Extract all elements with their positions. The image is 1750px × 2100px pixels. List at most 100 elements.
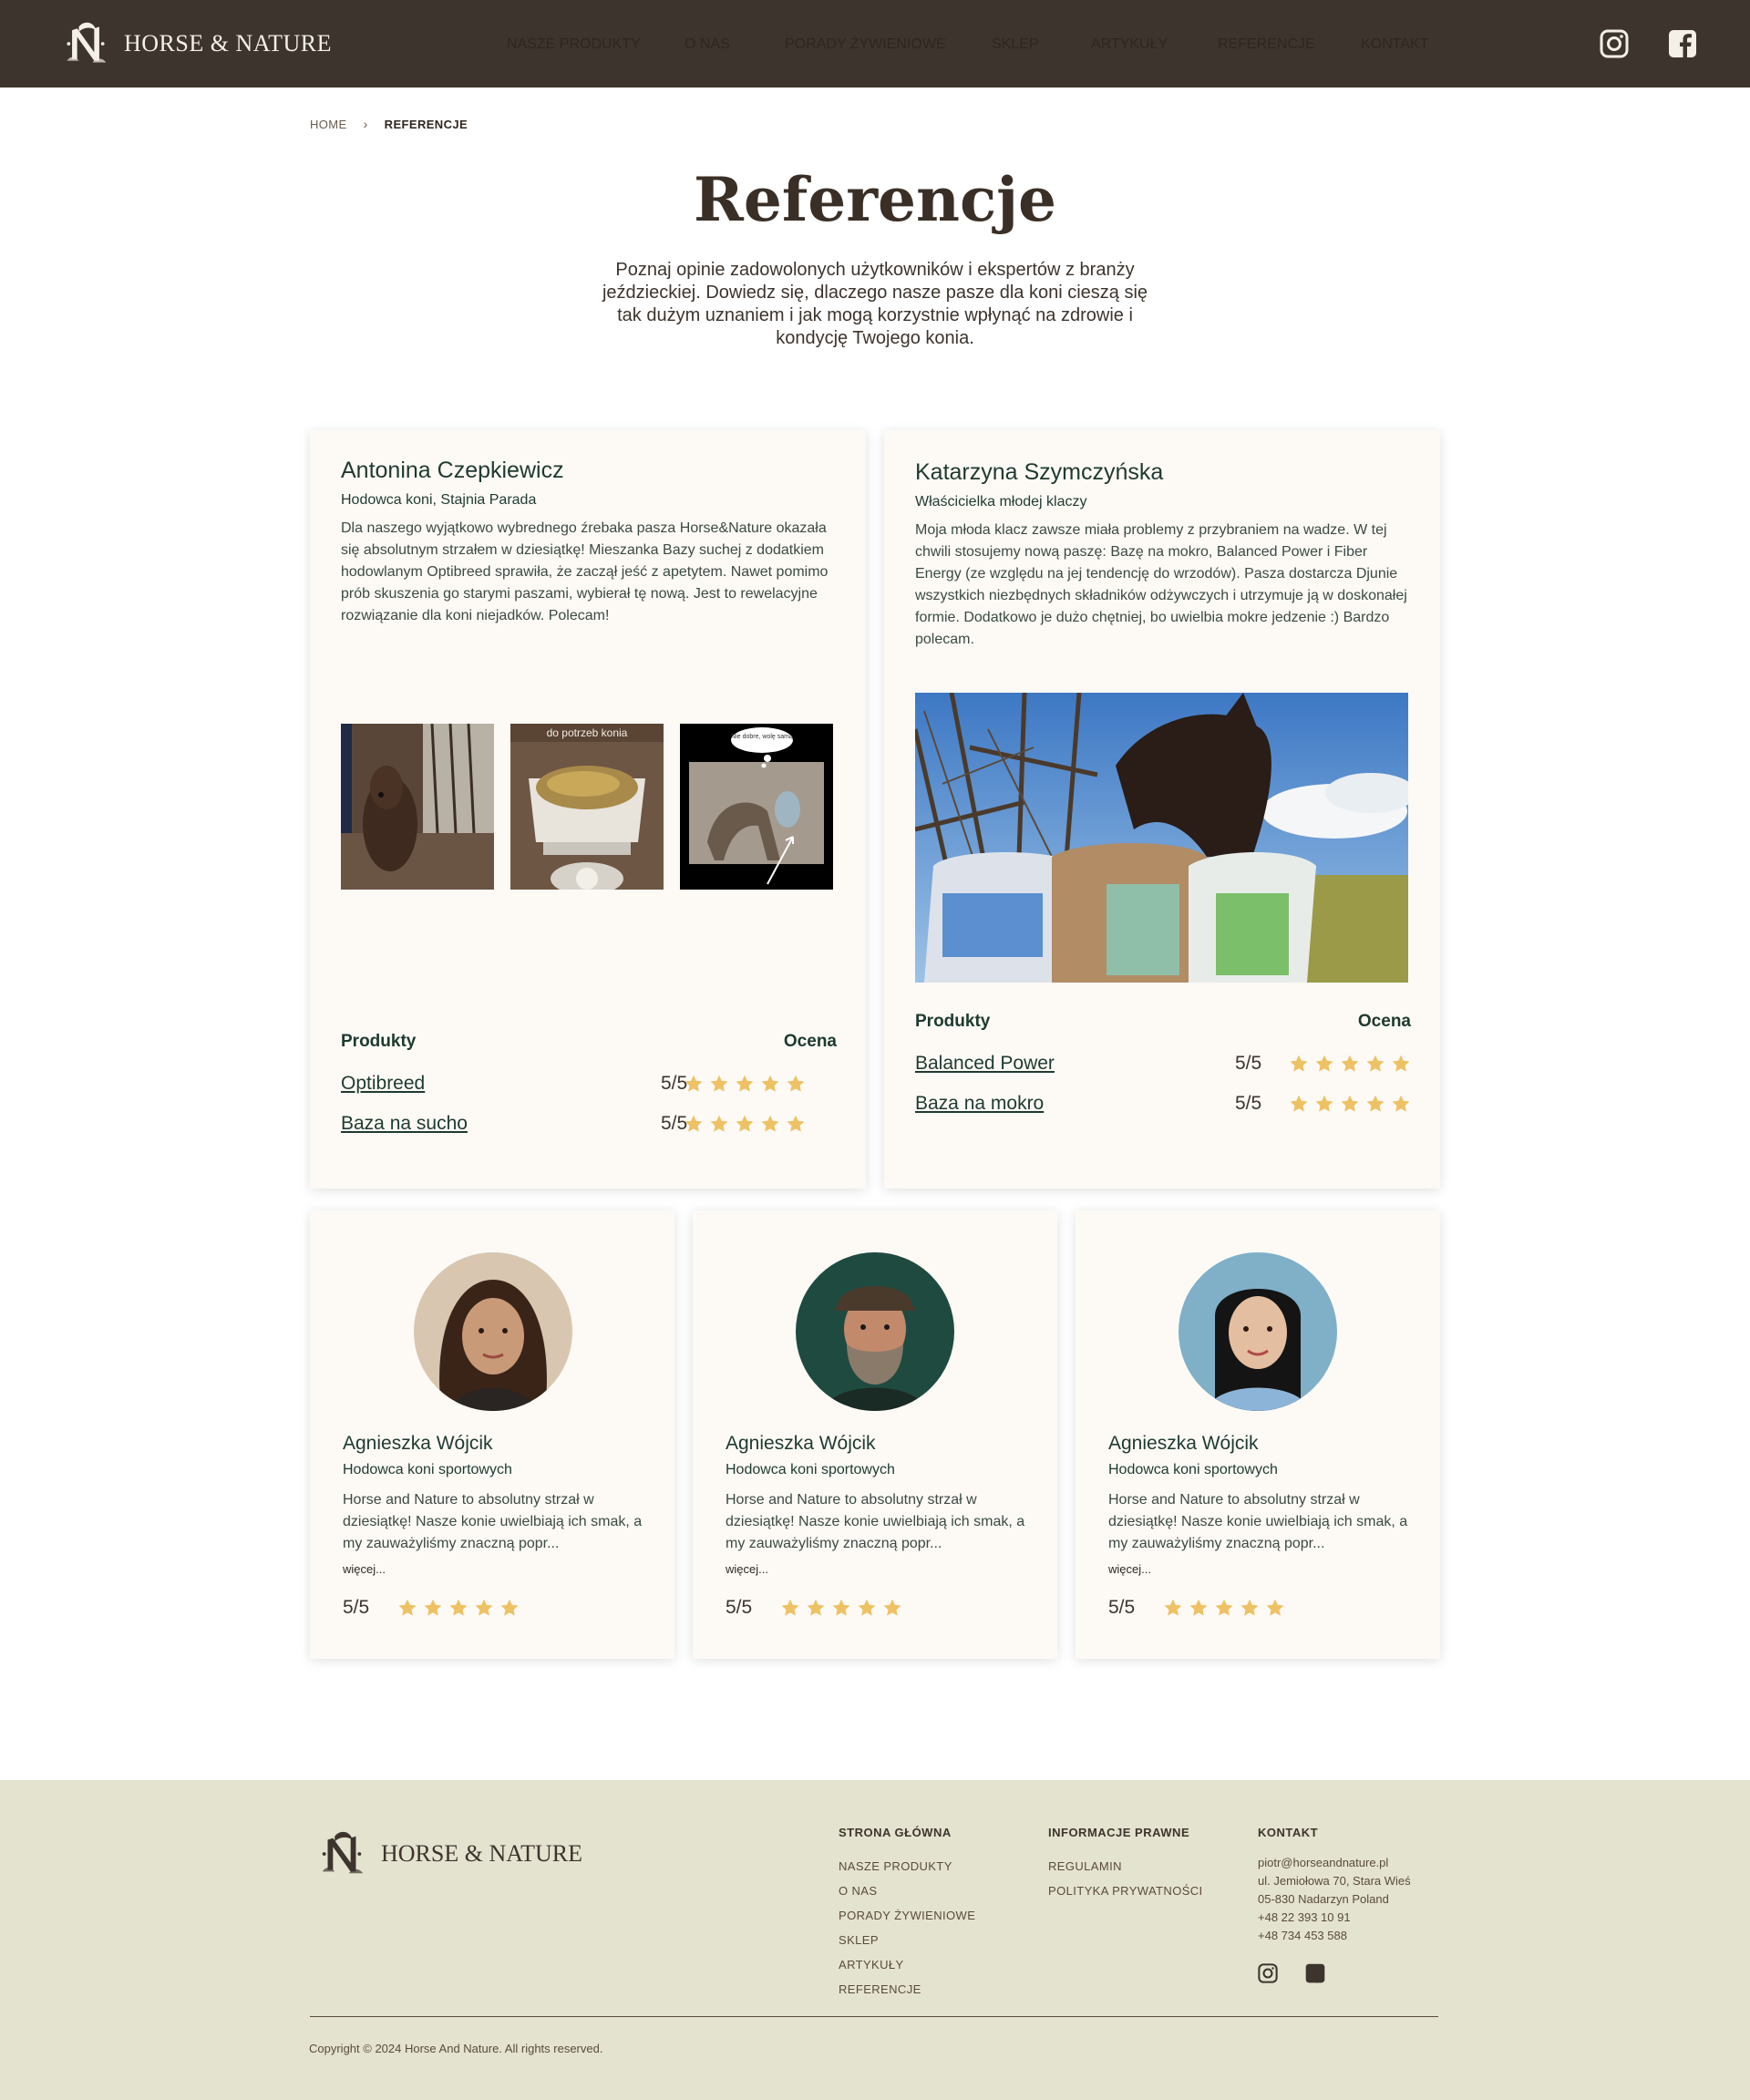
reviewer-name: Antonina Czepkiewicz: [341, 458, 564, 483]
star-rating: [1289, 1094, 1411, 1114]
nav-nasze-produkty[interactable]: NASZE PRODUKTY: [507, 36, 641, 53]
star-icon: [499, 1598, 520, 1618]
products-heading: Produkty: [341, 1032, 417, 1051]
reviewer-name: Agnieszka Wójcik: [726, 1433, 876, 1454]
product-link-baza-na-sucho[interactable]: Baza na sucho: [341, 1113, 468, 1135]
star-icon: [1340, 1054, 1360, 1074]
page-title: Referencje: [693, 164, 1057, 235]
star-icon: [760, 1114, 780, 1134]
brand-logo[interactable]: HORSE & NATURE: [60, 18, 332, 69]
breadcrumb-current: REFERENCJE: [384, 117, 468, 131]
product-link-optibreed[interactable]: Optibreed: [341, 1073, 425, 1095]
site-header: HORSE & NATURE NASZE PRODUKTY O NAS PORA…: [0, 0, 1750, 88]
star-icon: [1365, 1054, 1385, 1074]
star-rating: [1163, 1598, 1285, 1618]
nav-kontakt[interactable]: KONTAKT: [1361, 36, 1428, 53]
rating-heading: Ocena: [1357, 1012, 1411, 1031]
star-icon: [760, 1074, 780, 1094]
rating-score: 5/5: [343, 1597, 370, 1618]
read-more-link[interactable]: więcej...: [343, 1562, 386, 1576]
testimonial-card: Katarzyna Szymczyńska Właścicielka młode…: [884, 430, 1440, 1189]
testimonial-excerpt: Horse and Nature to absolutny strzał w d…: [343, 1492, 643, 1551]
page-intro: Poznaj opinie zadowolonych użytkowników …: [602, 260, 1148, 348]
feed-scale-photo[interactable]: do potrzeb konia: [510, 724, 664, 890]
nav-artykuly[interactable]: ARTYKUŁY: [1091, 36, 1168, 53]
site-footer: HORSE & NATURE STRONA GŁÓWNA NASZE PRODU…: [0, 1780, 1750, 2100]
star-icon: [1289, 1094, 1309, 1114]
star-icon: [1314, 1094, 1334, 1114]
footer-link[interactable]: POLITYKA PRYWATNOŚCI: [1048, 1879, 1203, 1903]
horse-bucket-photo[interactable]: Nie dobre, wolę samą: [680, 724, 833, 890]
footer-col-title: INFORMACJE PRAWNE: [1048, 1826, 1190, 1839]
contact-phone[interactable]: +48 734 453 588: [1258, 1927, 1411, 1945]
product-link-baza-na-mokro[interactable]: Baza na mokro: [915, 1093, 1044, 1115]
star-rating: [684, 1114, 806, 1134]
reviewer-name: Agnieszka Wójcik: [343, 1433, 493, 1454]
footer-link[interactable]: SKLEP: [839, 1928, 975, 1952]
read-more-link[interactable]: więcej...: [726, 1562, 768, 1576]
facebook-icon[interactable]: [1668, 29, 1697, 58]
reviewer-name: Katarzyna Szymczyńska: [915, 459, 1164, 485]
nav-porady[interactable]: PORADY ŻYWIENIOWE: [785, 36, 946, 53]
rating-heading: Ocena: [783, 1032, 837, 1051]
star-icon: [709, 1114, 729, 1134]
star-icon: [423, 1598, 443, 1618]
star-icon: [1391, 1054, 1411, 1074]
testimonial-text: Dla naszego wyjątkowo wybrednego źrebaka…: [341, 520, 829, 623]
footer-link[interactable]: O NAS: [839, 1879, 975, 1903]
rating-score: 5/5: [1108, 1597, 1136, 1618]
testimonial-excerpt: Horse and Nature to absolutny strzał w d…: [1108, 1492, 1408, 1551]
product-link-balanced-power[interactable]: Balanced Power: [915, 1053, 1055, 1075]
avatar: [796, 1252, 954, 1411]
footer-brand-logo[interactable]: HORSE & NATURE: [315, 1827, 582, 1880]
product-score: 5/5: [1235, 1093, 1262, 1114]
star-rating: [684, 1074, 806, 1094]
footer-col-contact: KONTAKT piotr@horseandnature.pl ul. Jemi…: [1258, 1826, 1411, 1983]
footer-link[interactable]: REGULAMIN: [1048, 1854, 1203, 1879]
star-icon: [1289, 1054, 1309, 1074]
reviewer-role: Hodowca koni sportowych: [343, 1462, 512, 1477]
footer-brand-name: HORSE & NATURE: [381, 1840, 583, 1867]
breadcrumb-home[interactable]: HOME: [310, 118, 347, 131]
reviewer-role: Hodowca koni sportowych: [726, 1462, 895, 1477]
star-icon: [684, 1114, 704, 1134]
footer-link[interactable]: ARTYKUŁY: [839, 1952, 975, 1977]
foal-photo[interactable]: [341, 724, 494, 890]
nav-referencje[interactable]: REFERENCJE: [1218, 36, 1315, 53]
contact-email[interactable]: piotr@horseandnature.pl: [1258, 1854, 1411, 1872]
product-score: 5/5: [1235, 1053, 1262, 1074]
horse-logo-icon: [315, 1827, 368, 1880]
reviewer-role: Hodowca koni, Stajnia Parada: [341, 492, 537, 508]
footer-link[interactable]: PORADY ŻYWIENIOWE: [839, 1903, 975, 1928]
nav-o-nas[interactable]: O NAS: [685, 36, 730, 53]
footer-col-title: STRONA GŁÓWNA: [839, 1826, 952, 1839]
reviewer-role: Hodowca koni sportowych: [1108, 1462, 1278, 1477]
reviewer-name: Agnieszka Wójcik: [1108, 1433, 1259, 1454]
footer-link[interactable]: REFERENCJE: [839, 1977, 975, 2002]
rating-score: 5/5: [726, 1597, 753, 1618]
footer-link[interactable]: NASZE PRODUKTY: [839, 1854, 975, 1879]
products-heading: Produkty: [915, 1012, 991, 1031]
star-icon: [1189, 1598, 1209, 1618]
footer-col-legal: INFORMACJE PRAWNE REGULAMIN POLITYKA PRY…: [1048, 1826, 1203, 1903]
star-icon: [684, 1074, 704, 1094]
star-icon: [474, 1598, 494, 1618]
facebook-icon[interactable]: [1305, 1963, 1325, 1983]
star-icon: [857, 1598, 877, 1618]
instagram-icon[interactable]: [1600, 29, 1629, 58]
nav-sklep[interactable]: SKLEP: [992, 36, 1039, 53]
footer-col-main: STRONA GŁÓWNA NASZE PRODUKTY O NAS PORAD…: [839, 1826, 975, 2002]
contact-phone[interactable]: +48 22 393 10 91: [1258, 1909, 1411, 1927]
star-icon: [1163, 1598, 1183, 1618]
testimonial-excerpt: Horse and Nature to absolutny strzał w d…: [726, 1492, 1025, 1551]
read-more-link[interactable]: więcej...: [1108, 1562, 1151, 1576]
copyright: Copyright © 2024 Horse And Nature. All r…: [309, 2042, 603, 2055]
star-icon: [1365, 1094, 1385, 1114]
horse-with-feed-bags-photo[interactable]: [915, 693, 1408, 983]
star-icon: [786, 1074, 806, 1094]
testimonial-card-small: Agnieszka Wójcik Hodowca koni sportowych…: [310, 1210, 674, 1659]
instagram-icon[interactable]: [1258, 1963, 1278, 1983]
star-icon: [1391, 1094, 1411, 1114]
star-rating: [1289, 1054, 1411, 1074]
star-icon: [1265, 1598, 1285, 1618]
